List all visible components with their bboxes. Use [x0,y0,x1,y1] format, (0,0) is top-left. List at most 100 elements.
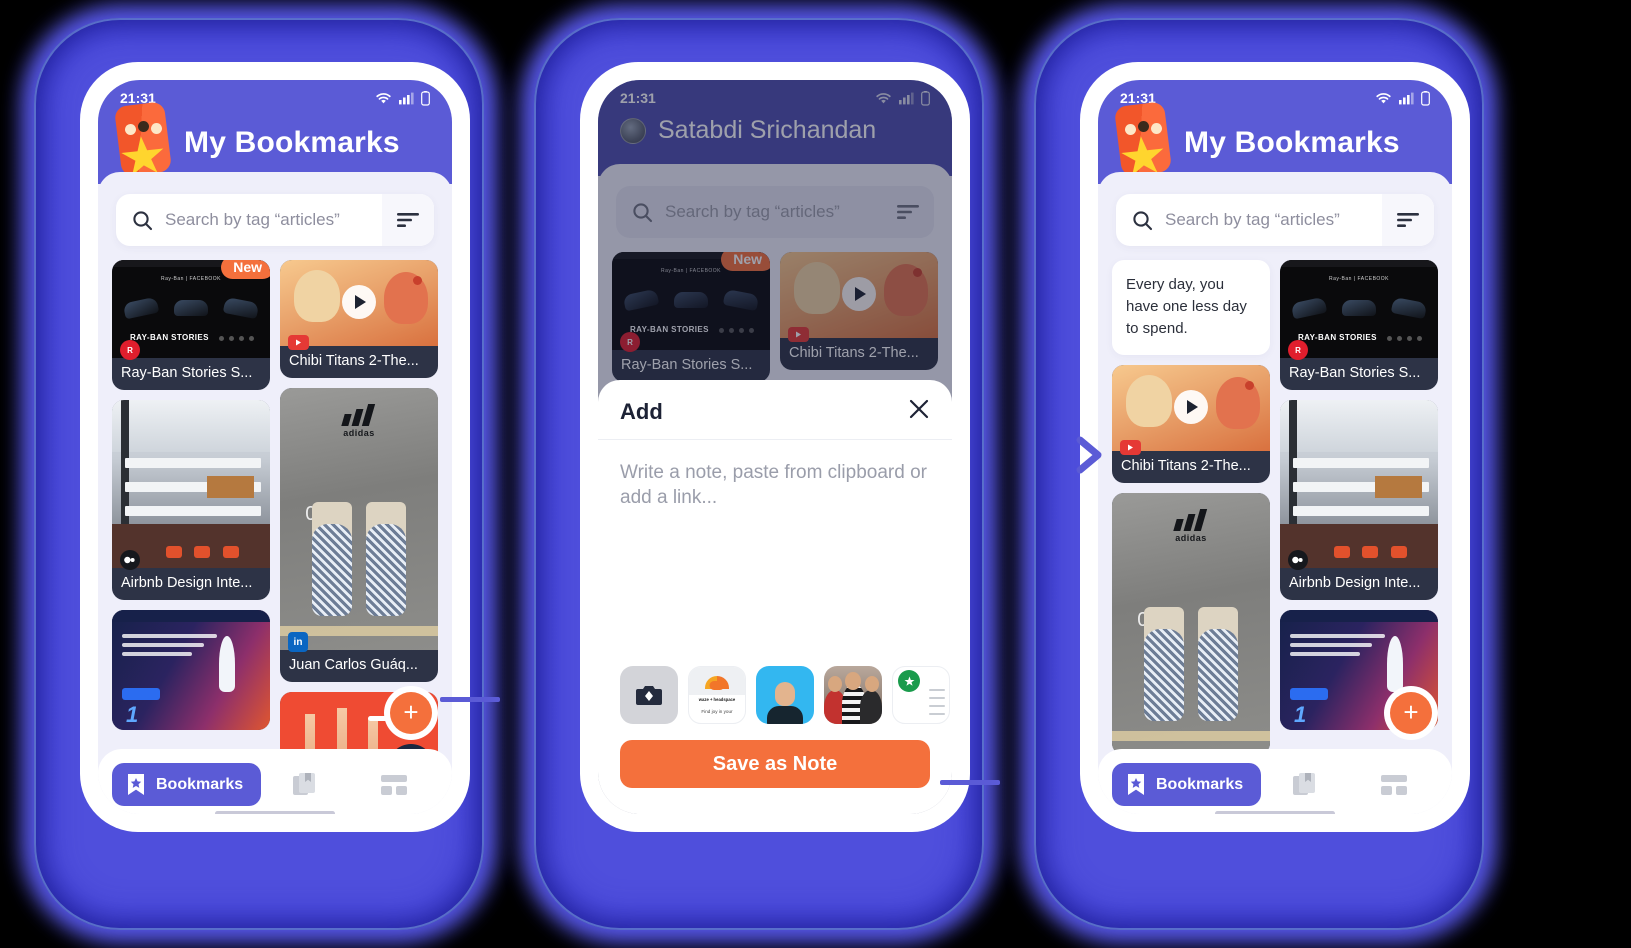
phone-1: 21:31 My Bookmarks Search by tag “articl… [80,62,470,832]
phone-3-screen: 21:31 My Bookmarks Search by tag “articl… [1098,80,1452,814]
sort-filter-button[interactable] [1382,194,1434,246]
sort-filter-button[interactable] [382,194,434,246]
adidas-thumbnail: adidas 01 [280,388,438,650]
cellular-signal-icon [399,92,414,104]
card-rayban[interactable]: Ray-Ban | FACEBOOK RAY-BAN STORIES R Ray… [1280,260,1438,390]
bottom-nav: Bookmarks [98,749,452,814]
close-icon [909,399,929,419]
add-bottom-sheet: Add Write a note, paste from clipboard o… [598,380,952,814]
sidebar-item-label: Bookmarks [156,775,244,793]
home-indicator [215,811,335,814]
sheet-header: Add [598,380,952,440]
search-input[interactable]: Search by tag “articles” [116,210,382,231]
app-header: 21:31 My Bookmarks [98,80,452,184]
sidebar-item-label: Bookmarks [1156,775,1244,793]
sheet-title: Add [620,398,663,424]
screenshot-canvas: 21:31 My Bookmarks Search by tag “articl… [0,0,1631,948]
cellular-signal-icon [1399,92,1414,104]
add-fab-wrapper[interactable]: + [1384,686,1438,740]
search-icon [1133,210,1153,230]
sidebar-item-collections[interactable] [1261,772,1349,798]
sidebar-item-collections[interactable] [261,772,349,798]
search-bar[interactable]: Search by tag “articles” [1116,194,1434,246]
adidas-wordmark: adidas [343,428,375,438]
play-icon[interactable] [342,285,376,319]
card-juan[interactable]: adidas 01 in Juan Carlos Guáq... [280,388,438,682]
connector-fab-to-phone2 [440,697,500,702]
connector-save-to-phone3 [940,780,1000,785]
note-input[interactable]: Write a note, paste from clipboard or ad… [598,440,952,660]
status-icons [1375,90,1430,106]
card-chibi[interactable]: Chibi Titans 2-The... [280,260,438,378]
certificate-shortcut[interactable] [892,666,950,724]
airbnb-thumbnail [112,400,270,568]
add-fab-button[interactable]: + [1390,692,1432,734]
card-juan[interactable]: adidas 01 [1112,493,1270,756]
app-title-row: My Bookmarks [1098,101,1452,178]
search-input[interactable]: Search by tag “articles” [1116,210,1382,231]
bookmark-star-logo [1112,100,1174,178]
youtube-icon [1120,440,1141,456]
rayban-thumb-word: RAY-BAN STORIES [130,333,209,342]
page-title: My Bookmarks [1184,126,1400,159]
grid-layout-icon [1380,774,1407,795]
bottom-nav: Bookmarks [1098,749,1452,814]
adidas-wordmark: adidas [1175,533,1207,544]
waze-headspace-shortcut[interactable]: waze + headspace Find joy in your [688,666,746,724]
app-header: 21:31 My Bookmarks [1098,80,1452,184]
card-airbnb[interactable]: Airbnb Design Inte... [1280,400,1438,600]
grid-column-left: Every day, you have one less day to spen… [1112,260,1270,756]
phone-2-screen: 21:31 Satabdi Srichandan Search by tag “… [598,80,952,814]
phone-2: 21:31 Satabdi Srichandan Search by tag “… [580,62,970,832]
card-note[interactable]: Every day, you have one less day to spen… [1112,260,1270,356]
rayban-icon: R [1288,340,1308,360]
startup-thumbnail: 1 [112,610,270,730]
page-title: My Bookmarks [184,126,400,159]
battery-icon [1421,90,1430,106]
search-icon [133,210,153,230]
card-caption: Ray-Ban Stories S... [121,365,253,381]
close-button[interactable] [908,398,930,425]
save-as-note-button[interactable]: Save as Note [620,740,930,788]
phone-3: 21:31 My Bookmarks Search by tag “articl… [1080,62,1470,832]
phone-1-screen: 21:31 My Bookmarks Search by tag “articl… [98,80,452,814]
search-bar[interactable]: Search by tag “articles” [116,194,434,246]
card-caption: Ray-Ban Stories S... [1289,365,1421,381]
group-selfie-shortcut[interactable] [824,666,882,724]
video-icon [1288,550,1308,570]
camera-icon [636,686,662,705]
sidebar-item-grid[interactable] [350,774,438,795]
camera-shortcut[interactable] [620,666,678,724]
adidas-thumbnail: adidas 01 [1112,493,1270,756]
card-airbnb[interactable]: Airbnb Design Inte... [112,400,270,600]
sidebar-item-grid[interactable] [1350,774,1438,795]
app-body: Search by tag “articles” New Ray-Ban | F… [98,172,452,814]
battery-icon [421,90,430,106]
portrait-photo-shortcut[interactable] [756,666,814,724]
card-caption: Juan Carlos Guáq... [289,657,418,673]
linkedin-icon: in [288,632,308,652]
card-chibi[interactable]: Chibi Titans 2-The... [1112,365,1270,484]
wifi-icon [376,92,391,103]
rayban-icon: R [120,340,140,360]
add-fab-wrapper[interactable]: + [384,686,438,740]
sidebar-item-bookmarks[interactable]: Bookmarks [1112,763,1262,806]
card-startup[interactable]: 1 [112,610,270,730]
bookmark-star-icon [128,774,144,795]
sidebar-item-bookmarks[interactable]: Bookmarks [112,763,262,806]
bookmark-star-logo [112,100,174,178]
sort-filter-icon [1397,213,1419,227]
new-badge: New [221,260,270,279]
play-icon[interactable] [1174,390,1208,425]
collections-icon [1293,772,1316,795]
app-body: Search by tag “articles” Every day, you … [1098,172,1452,814]
rayban-thumb-brand: Ray-Ban | FACEBOOK [1328,276,1390,282]
card-rayban[interactable]: New Ray-Ban | FACEBOOK RAY-BAN STORIES R [112,260,270,390]
sort-filter-icon [397,213,419,227]
youtube-icon [288,335,309,350]
airbnb-thumbnail [1280,400,1438,568]
waze-label-bottom: Find joy in your [701,709,733,714]
rayban-thumb-word: RAY-BAN STORIES [1298,333,1377,342]
search-placeholder: Search by tag “articles” [165,210,340,229]
add-fab-button[interactable]: + [390,692,432,734]
